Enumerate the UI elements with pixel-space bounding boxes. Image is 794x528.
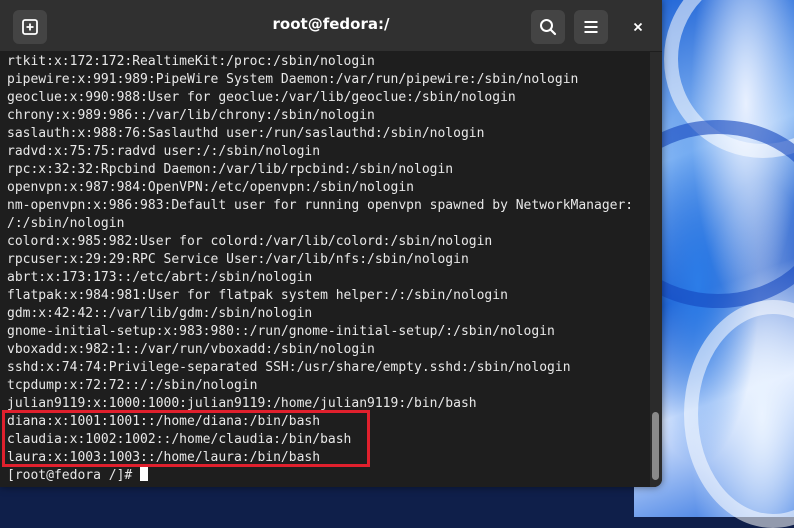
terminal-line: gdm:x:42:42::/var/lib/gdm:/sbin/nologin	[7, 306, 313, 321]
terminal-line: flatpak:x:984:981:User for flatpak syste…	[7, 288, 508, 303]
text-cursor	[140, 467, 149, 481]
close-button[interactable]	[626, 15, 650, 39]
terminal-line: chrony:x:989:986::/var/lib/chrony:/sbin/…	[7, 108, 375, 123]
terminal-line: nm-openvpn:x:986:983:Default user for ru…	[7, 198, 634, 213]
terminal-line: /:/sbin/nologin	[7, 216, 125, 231]
hamburger-menu-icon	[584, 21, 598, 33]
terminal-line: tcpdump:x:72:72::/:/sbin/nologin	[7, 378, 258, 393]
terminal-line: vboxadd:x:982:1::/var/run/vboxadd:/sbin/…	[7, 342, 375, 357]
shell-prompt: [root@fedora /]#	[7, 468, 141, 483]
menu-button[interactable]	[574, 10, 608, 44]
terminal-line: pipewire:x:991:989:PipeWire System Daemo…	[7, 72, 579, 87]
terminal-line: rpcuser:x:29:29:RPC Service User:/var/li…	[7, 252, 469, 267]
terminal-window: root@fedora:/ rtkit:x:172:172:RealtimeKi…	[0, 0, 662, 487]
terminal-line: rtkit:x:172:172:RealtimeKit:/proc:/sbin/…	[7, 54, 375, 69]
scrollbar-thumb[interactable]	[652, 412, 659, 480]
terminal-line: sshd:x:74:74:Privilege-separated SSH:/us…	[7, 360, 571, 375]
terminal-line: abrt:x:173:173::/etc/abrt:/sbin/nologin	[7, 270, 313, 285]
scrollbar[interactable]	[650, 52, 662, 487]
terminal-line: gnome-initial-setup:x:983:980::/run/gnom…	[7, 324, 555, 339]
search-icon	[540, 19, 557, 36]
search-button[interactable]	[531, 10, 565, 44]
terminal-line: radvd:x:75:75:radvd user:/:/sbin/nologin	[7, 144, 321, 159]
terminal-line: rpc:x:32:32:Rpcbind Daemon:/var/lib/rpcb…	[7, 162, 454, 177]
highlight-box	[2, 410, 370, 467]
terminal-line: saslauth:x:988:76:Saslauthd user:/run/sa…	[7, 126, 485, 141]
terminal-line: colord:x:985:982:User for colord:/var/li…	[7, 234, 493, 249]
terminal-line: geoclue:x:990:988:User for geoclue:/var/…	[7, 90, 516, 105]
close-icon	[633, 22, 643, 32]
header-bar: root@fedora:/	[0, 0, 662, 52]
prompt-line[interactable]: [root@fedora /]#	[7, 467, 650, 485]
terminal-line: openvpn:x:987:984:OpenVPN:/etc/openvpn:/…	[7, 180, 414, 195]
